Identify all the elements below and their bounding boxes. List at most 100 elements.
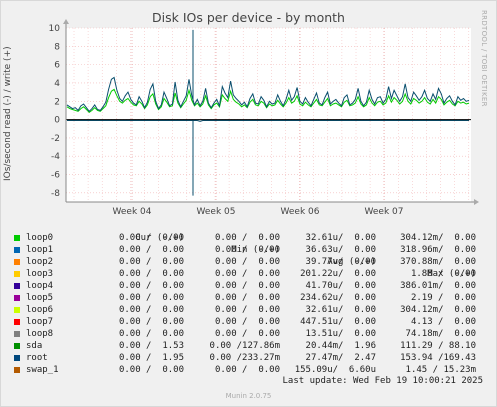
legend-avg: 155.09u/ 6.60u — [294, 365, 376, 375]
legend-max: 111.29 / 88.10 — [400, 341, 476, 351]
legend-row-swap_1: swap_1 0.00 / 0.00 0.00 / 0.00 155.09u/ 6.6… — [0, 364, 497, 376]
legend-name: loop7 — [26, 317, 54, 327]
legend-name: loop0 — [26, 233, 54, 243]
last-update: Last update: Wed Feb 19 10:00:21 2025 — [282, 376, 483, 386]
legend-name: root — [26, 353, 48, 363]
y-tick-label: -4 — [51, 152, 60, 162]
legend-max: 318.96m/ 0.00 — [400, 245, 476, 255]
legend-swatch — [14, 259, 20, 265]
legend-cur: 0.00 / 0.00 — [118, 329, 184, 339]
legend-min: 0.00 / 0.00 — [214, 269, 280, 279]
legend-cur: 0.00 / 1.95 — [118, 353, 184, 363]
legend-swatch — [14, 367, 20, 373]
legend-min: 0.00 / 0.00 — [214, 293, 280, 303]
legend-cur: 0.00 / 0.00 — [118, 317, 184, 327]
legend-max: 153.94 /169.43 — [400, 353, 476, 363]
y-tick-label: 6 — [54, 61, 60, 71]
legend-cur: 0.00 / 0.00 — [118, 293, 184, 303]
legend-min: 0.00 / 0.00 — [214, 257, 280, 267]
legend-name: loop4 — [26, 281, 54, 291]
legend-cur: 0.00 / 1.53 — [118, 341, 184, 351]
legend-max: 304.12m/ 0.00 — [400, 233, 476, 243]
legend-avg: 201.22u/ 0.00 — [300, 269, 376, 279]
legend-avg: 36.63u/ 0.00 — [305, 245, 376, 255]
legend-avg: 39.77u/ 0.00 — [305, 257, 376, 267]
legend-swatch — [14, 319, 20, 325]
y-axis-ticks: -8 -6 -4 -2 0 2 4 6 8 10 — [49, 24, 61, 199]
legend-swatch — [14, 343, 20, 349]
munin-version: Munin 2.0.75 — [225, 392, 272, 400]
x-tick-label: Week 05 — [197, 207, 236, 215]
legend-max: 386.01m/ 0.00 — [400, 281, 476, 291]
x-tick-label: Week 04 — [113, 207, 152, 215]
legend-row-loop0: loop0 0.00 / 0.00 0.00 / 0.00 32.61u/ 0.00 3… — [0, 232, 497, 244]
y-tick-label: 2 — [54, 97, 60, 107]
legend-min: 0.00 /127.86m — [209, 341, 280, 351]
legend-max: 74.18m/ 0.00 — [405, 329, 476, 339]
legend-avg: 32.61u/ 0.00 — [305, 305, 376, 315]
legend-name: loop6 — [26, 305, 54, 315]
legend-cur: 0.00 / 0.00 — [118, 257, 184, 267]
legend-swatch — [14, 271, 20, 277]
legend-min: 0.00 / 0.00 — [214, 233, 280, 243]
legend-cur: 0.00 / 0.00 — [118, 305, 184, 315]
legend-row-loop7: loop7 0.00 / 0.00 0.00 / 0.00 447.51u/ 0.00… — [0, 316, 497, 328]
legend-row-loop6: loop6 0.00 / 0.00 0.00 / 0.00 32.61u/ 0.00 3… — [0, 304, 497, 316]
legend-name: sda — [26, 341, 43, 351]
legend-cur: 0.00 / 0.00 — [118, 365, 184, 375]
legend-min: 0.00 / 0.00 — [214, 305, 280, 315]
legend-avg: 27.47m/ 2.47 — [305, 353, 376, 363]
legend-name: loop8 — [26, 329, 54, 339]
legend-min: 0.00 / 0.00 — [214, 317, 280, 327]
legend-swatch — [14, 295, 20, 301]
y-tick-label: 4 — [54, 79, 60, 89]
legend-max: 1.88 / 0.00 — [410, 269, 476, 279]
legend-max: 4.13 / 0.00 — [410, 317, 476, 327]
legend-swatch — [14, 235, 20, 241]
legend-max: 304.12m/ 0.00 — [400, 305, 476, 315]
legend-max: 370.88m/ 0.00 — [400, 257, 476, 267]
legend-avg: 20.44m/ 1.96 — [305, 341, 376, 351]
legend-name: loop3 — [26, 269, 54, 279]
legend-swatch — [14, 283, 20, 289]
legend-row-loop5: loop5 0.00 / 0.00 0.00 / 0.00 234.62u/ 0.00… — [0, 292, 497, 304]
legend-name: loop5 — [26, 293, 54, 303]
x-tick-label: Week 07 — [365, 207, 404, 215]
legend-avg: 41.70u/ 0.00 — [305, 281, 376, 291]
legend-header: Cur (-/+) Min (-/+) Avg (-/+) Max (-/+) — [0, 220, 497, 279]
legend-min: 0.00 / 0.00 — [214, 329, 280, 339]
x-tick-label: Week 06 — [281, 207, 320, 215]
legend-avg: 13.51u/ 0.00 — [305, 329, 376, 339]
x-axis-arrow — [474, 199, 479, 205]
legend-cur: 0.00 / 0.00 — [118, 281, 184, 291]
legend-cur: 0.00 / 0.00 — [118, 233, 184, 243]
legend-min: 0.00 / 0.00 — [214, 281, 280, 291]
legend-max: 2.19 / 0.00 — [410, 293, 476, 303]
x-axis-ticks: Week 04 Week 05 Week 06 Week 07 — [113, 207, 404, 215]
legend-row-loop3: loop3 0.00 / 0.00 0.00 / 0.00 201.22u/ 0.00… — [0, 268, 497, 280]
legend-avg: 32.61u/ 0.00 — [305, 233, 376, 243]
legend-swatch — [14, 247, 20, 253]
y-axis-arrow — [63, 19, 69, 24]
legend-avg: 234.62u/ 0.00 — [300, 293, 376, 303]
legend-cur: 0.00 / 0.00 — [118, 269, 184, 279]
legend-cur: 0.00 / 0.00 — [118, 245, 184, 255]
legend-min: 0.00 / 0.00 — [214, 365, 280, 375]
y-tick-label: -8 — [51, 189, 60, 199]
legend-name: loop2 — [26, 257, 54, 267]
legend-swatch — [14, 331, 20, 337]
legend-swatch — [14, 307, 20, 313]
legend-row-loop8: loop8 0.00 / 0.00 0.00 / 0.00 13.51u/ 0.00 7… — [0, 328, 497, 340]
plot-area — [66, 28, 471, 202]
legend-max: 1.45 / 15.23m — [405, 365, 476, 375]
legend-min: 0.00 /233.27m — [209, 353, 280, 363]
legend-name: swap_1 — [26, 365, 59, 375]
legend-row-root: root 0.00 / 1.95 0.00 /233.27m 27.47m/ 2.47… — [0, 352, 497, 364]
legend-avg: 447.51u/ 0.00 — [300, 317, 376, 327]
y-tick-label: -6 — [51, 171, 60, 181]
legend-min: 0.00 / 0.00 — [214, 245, 280, 255]
plot-background — [66, 28, 471, 202]
y-tick-label: 0 — [54, 116, 60, 126]
legend-row-loop4: loop4 0.00 / 0.00 0.00 / 0.00 41.70u/ 0.00 3… — [0, 280, 497, 292]
legend-swatch — [14, 355, 20, 361]
